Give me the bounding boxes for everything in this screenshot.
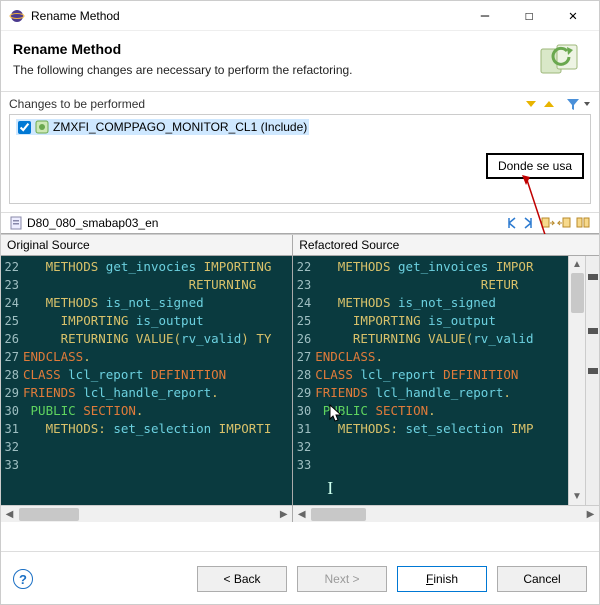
back-button[interactable]: < Back (197, 566, 287, 592)
annotation-callout: Donde se usa (486, 153, 584, 179)
next-button: Next > (297, 566, 387, 592)
minimize-button[interactable]: — (463, 2, 507, 30)
refactored-vscroll[interactable]: ▲ ▼ (568, 256, 585, 505)
filter-icon[interactable] (565, 96, 581, 112)
refactored-code[interactable]: 22 23 24 25 26 27 28 29 30 31 32 33 METH… (293, 256, 568, 505)
rename-method-dialog: Rename Method — ☐ ✕ Rename Method The fo… (0, 0, 600, 605)
changes-toolbar: Changes to be performed (1, 92, 599, 114)
window-title: Rename Method (31, 9, 463, 23)
copy-left-icon[interactable] (539, 215, 555, 231)
eclipse-icon (9, 8, 25, 24)
original-pane-header: Original Source (1, 235, 292, 256)
titlebar: Rename Method — ☐ ✕ (1, 1, 599, 31)
original-pane: Original Source 22 23 24 25 26 27 28 29 … (1, 235, 293, 522)
mouse-cursor-icon (329, 404, 343, 422)
annotation-text: Donde se usa (498, 159, 572, 173)
dialog-title: Rename Method (13, 41, 531, 57)
diff-overview-ruler[interactable] (585, 256, 599, 505)
change-checkbox[interactable] (18, 121, 31, 134)
text-cursor-icon: I (327, 478, 333, 499)
filter-menu-icon[interactable] (583, 96, 591, 112)
original-hscroll[interactable]: ◀ ▶ (1, 505, 292, 522)
original-code[interactable]: 22 23 24 25 26 27 28 29 30 31 32 33 METH… (1, 256, 292, 505)
expand-down-icon[interactable] (523, 96, 539, 112)
file-name: D80_080_smabap03_en (27, 216, 158, 230)
copy-right-icon[interactable] (557, 215, 573, 231)
dialog-header: Rename Method The following changes are … (1, 31, 599, 92)
close-button[interactable]: ✕ (551, 2, 595, 30)
refactor-icon (539, 41, 587, 77)
file-bar: D80_080_smabap03_en (1, 212, 599, 234)
refactored-hscroll[interactable]: ◀ ▶ (293, 505, 599, 522)
compare-viewer: Original Source 22 23 24 25 26 27 28 29 … (1, 234, 599, 522)
nav-prev-icon[interactable] (503, 215, 519, 231)
changes-section-label: Changes to be performed (9, 97, 145, 111)
finish-button[interactable]: Finish (397, 566, 487, 592)
help-button[interactable]: ? (13, 569, 33, 589)
include-file-icon (35, 120, 49, 134)
changes-list: ZMXFI_COMPPAGO_MONITOR_CL1 (Include) Don… (9, 114, 591, 204)
change-item-label: ZMXFI_COMPPAGO_MONITOR_CL1 (Include) (53, 120, 307, 134)
dialog-subtitle: The following changes are necessary to p… (13, 63, 531, 77)
cancel-button[interactable]: Cancel (497, 566, 587, 592)
copy-all-icon[interactable] (575, 215, 591, 231)
collapse-up-icon[interactable] (541, 96, 557, 112)
dialog-footer: ? < Back Next > Finish Cancel (1, 551, 599, 604)
refactored-pane: Refactored Source 22 23 24 25 26 27 28 2… (293, 235, 599, 522)
maximize-button[interactable]: ☐ (507, 2, 551, 30)
refactored-pane-header: Refactored Source (293, 235, 599, 256)
abap-file-icon (9, 216, 23, 230)
change-item[interactable]: ZMXFI_COMPPAGO_MONITOR_CL1 (Include) (16, 119, 309, 135)
nav-next-icon[interactable] (521, 215, 537, 231)
